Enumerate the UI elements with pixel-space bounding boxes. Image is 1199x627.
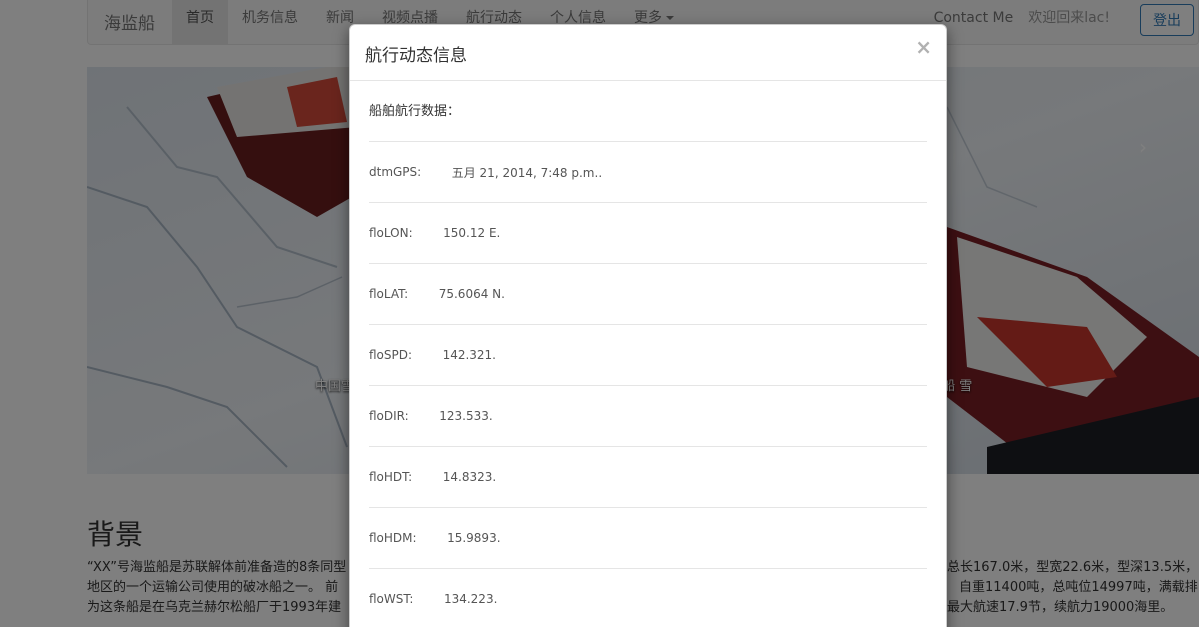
field-gap xyxy=(412,470,443,484)
field-value: 15.9893. xyxy=(447,531,501,545)
data-row-flolon: floLON: 150.12 E. xyxy=(369,203,927,264)
data-row-dtmgps: dtmGPS: 五月 21, 2014, 7:48 p.m.. xyxy=(369,142,927,203)
field-gap xyxy=(409,409,440,423)
field-label: floHDM: xyxy=(369,531,417,545)
field-gap xyxy=(413,592,444,606)
data-row-flospd: floSPD: 142.321. xyxy=(369,325,927,386)
modal-body: 船舶航行数据： dtmGPS: 五月 21, 2014, 7:48 p.m.. … xyxy=(350,81,946,627)
field-value: 134.223. xyxy=(443,592,498,606)
field-gap xyxy=(417,531,448,545)
modal-header: 航行动态信息 × xyxy=(350,25,946,81)
data-row-flohdm: floHDM: 15.9893. xyxy=(369,508,927,569)
data-row-flodir: floDIR: 123.533. xyxy=(369,386,927,447)
field-label: floSPD: xyxy=(369,348,413,362)
field-gap xyxy=(412,348,443,362)
navigation-info-modal: 航行动态信息 × 船舶航行数据： dtmGPS: 五月 21, 2014, 7:… xyxy=(349,24,947,627)
field-value: 123.533. xyxy=(439,409,493,423)
data-row-flohdt: floHDT: 14.8323. xyxy=(369,447,927,508)
close-icon[interactable]: × xyxy=(915,35,932,59)
field-value: 150.12 E. xyxy=(443,226,501,240)
modal-title: 航行动态信息 xyxy=(365,46,467,66)
field-value: 142.321. xyxy=(442,348,496,362)
field-value: 14.8323. xyxy=(442,470,497,484)
field-label: floLAT: xyxy=(369,287,409,301)
field-label: floDIR: xyxy=(369,409,409,423)
field-gap xyxy=(408,287,439,301)
data-subheading: 船舶航行数据： xyxy=(369,81,927,142)
field-value: 五月 21, 2014, 7:48 p.m.. xyxy=(451,165,603,180)
data-row-flowst: floWST: 134.223. xyxy=(369,569,927,627)
field-gap xyxy=(413,226,444,240)
field-label: floLON: xyxy=(369,226,413,240)
field-gap xyxy=(421,165,452,179)
field-value: 75.6064 N. xyxy=(438,287,505,301)
field-label: dtmGPS: xyxy=(369,165,422,179)
data-row-flolat: floLAT: 75.6064 N. xyxy=(369,264,927,325)
field-label: floHDT: xyxy=(369,470,413,484)
field-label: floWST: xyxy=(369,592,414,606)
